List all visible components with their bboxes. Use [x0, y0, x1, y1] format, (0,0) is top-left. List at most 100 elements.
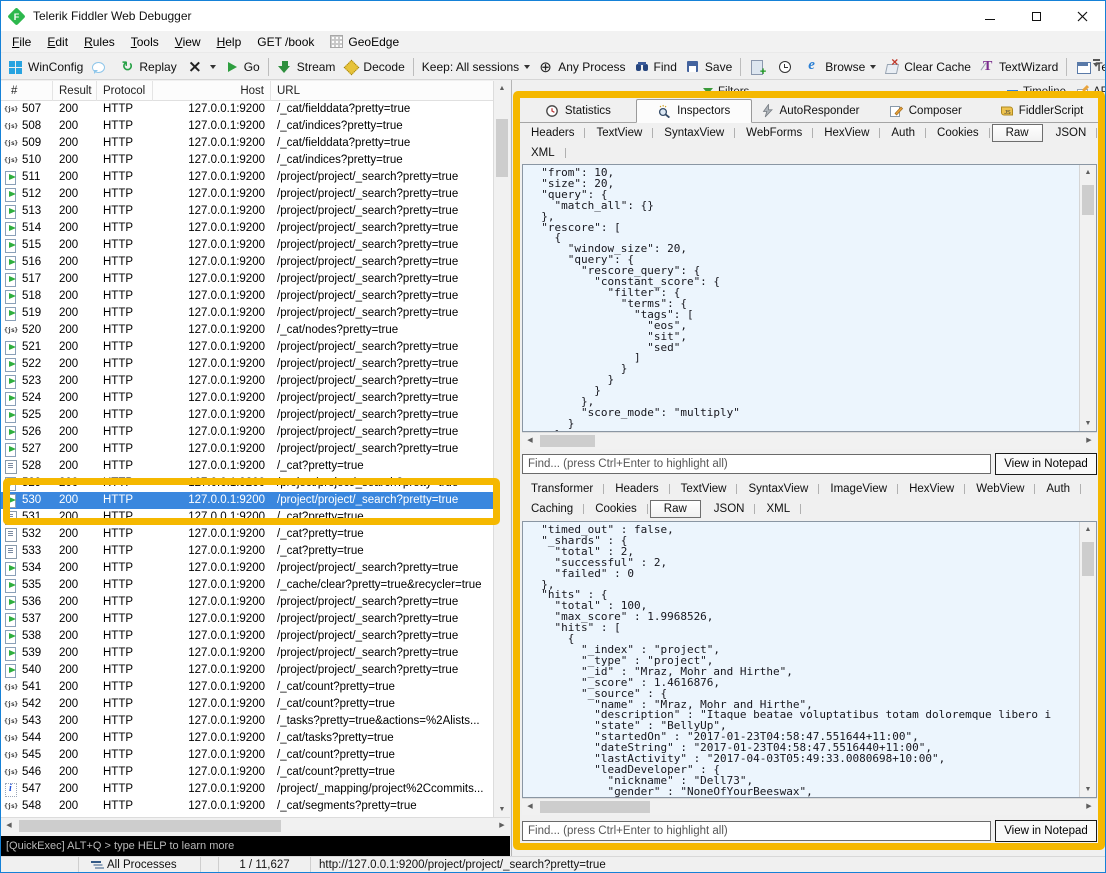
scrollbar-thumb[interactable]	[1082, 542, 1094, 576]
session-row[interactable]: 544200HTTP127.0.0.1:9200/_cat/tasks?pret…	[1, 730, 493, 747]
request-tab-json[interactable]: JSON	[1045, 124, 1098, 142]
session-row[interactable]: 512200HTTP127.0.0.1:9200/project/project…	[1, 186, 493, 203]
session-row[interactable]: 536200HTTP127.0.0.1:9200/project/project…	[1, 594, 493, 611]
request-body-horizontal-scrollbar[interactable]: ◀ ▶	[522, 432, 1097, 449]
response-view-in-notepad-button[interactable]: View in Notepad	[995, 820, 1097, 842]
scroll-right-icon[interactable]: ▶	[1081, 433, 1097, 449]
menu-help[interactable]: Help	[209, 31, 250, 53]
session-row[interactable]: 531200HTTP127.0.0.1:9200/_cat?pretty=tru…	[1, 509, 493, 526]
tab-autoresponder[interactable]: AutoResponder	[752, 99, 868, 122]
scrollbar-thumb[interactable]	[540, 435, 595, 447]
toolbar-comment-button[interactable]	[87, 56, 115, 78]
session-row[interactable]: 518200HTTP127.0.0.1:9200/project/project…	[1, 288, 493, 305]
session-row[interactable]: 545200HTTP127.0.0.1:9200/_cat/count?pret…	[1, 747, 493, 764]
session-row[interactable]: 540200HTTP127.0.0.1:9200/project/project…	[1, 662, 493, 679]
session-row[interactable]: 514200HTTP127.0.0.1:9200/project/project…	[1, 220, 493, 237]
column-header-host[interactable]: Host	[153, 81, 271, 101]
session-row[interactable]: 521200HTTP127.0.0.1:9200/project/project…	[1, 339, 493, 356]
menu-rules[interactable]: Rules	[76, 31, 123, 53]
request-body-vertical-scrollbar[interactable]: ▲ ▼	[1079, 165, 1096, 431]
session-row[interactable]: 524200HTTP127.0.0.1:9200/project/project…	[1, 390, 493, 407]
scrollbar-thumb[interactable]	[496, 119, 508, 177]
menu-view[interactable]: View	[167, 31, 209, 53]
session-row[interactable]: 535200HTTP127.0.0.1:9200/_cache/clear?pr…	[1, 577, 493, 594]
minimize-button[interactable]	[967, 1, 1013, 31]
response-body[interactable]: "timed_out" : false, "_shards" : { "tota…	[522, 521, 1097, 798]
partial-tab-filters[interactable]: Filters	[702, 82, 749, 93]
menu-edit[interactable]: Edit	[39, 31, 76, 53]
menu-tools[interactable]: Tools	[123, 31, 167, 53]
toolbar-find-button[interactable]: Find	[630, 56, 681, 78]
scroll-left-icon[interactable]: ◀	[1, 818, 17, 834]
session-row[interactable]: 541200HTTP127.0.0.1:9200/_cat/count?pret…	[1, 679, 493, 696]
session-row[interactable]: 542200HTTP127.0.0.1:9200/_cat/count?pret…	[1, 696, 493, 713]
session-row[interactable]: 547200HTTP127.0.0.1:9200/project/_mappin…	[1, 781, 493, 798]
response-find-input[interactable]	[522, 821, 991, 841]
session-row[interactable]: 511200HTTP127.0.0.1:9200/project/project…	[1, 169, 493, 186]
scrollbar-thumb[interactable]	[19, 820, 281, 832]
session-row[interactable]: 546200HTTP127.0.0.1:9200/_cat/count?pret…	[1, 764, 493, 781]
session-row[interactable]: 533200HTTP127.0.0.1:9200/_cat?pretty=tru…	[1, 543, 493, 560]
session-row[interactable]: 539200HTTP127.0.0.1:9200/project/project…	[1, 645, 493, 662]
menu-file[interactable]: File	[4, 31, 39, 53]
session-row[interactable]: 519200HTTP127.0.0.1:9200/project/project…	[1, 305, 493, 322]
toolbar-replay-button[interactable]: Replay	[115, 56, 180, 78]
response-tab-auth[interactable]: Auth	[1035, 480, 1081, 498]
scrollbar-thumb[interactable]	[1082, 185, 1094, 215]
scroll-up-icon[interactable]: ▲	[1080, 165, 1096, 180]
session-row[interactable]: 513200HTTP127.0.0.1:9200/project/project…	[1, 203, 493, 220]
scroll-up-icon[interactable]: ▲	[1080, 522, 1096, 537]
toolbar-save-button[interactable]: Save	[681, 56, 736, 78]
request-tab-hexview[interactable]: HexView	[813, 124, 880, 142]
toolbar-screenshot-button[interactable]	[745, 56, 773, 78]
response-body-horizontal-scrollbar[interactable]: ◀ ▶	[522, 798, 1097, 815]
request-tab-raw[interactable]: Raw	[992, 124, 1043, 142]
toolbar-timer-button[interactable]	[773, 56, 801, 78]
session-row[interactable]: 526200HTTP127.0.0.1:9200/project/project…	[1, 424, 493, 441]
tab-composer[interactable]: Composer	[867, 99, 983, 122]
session-row[interactable]: 548200HTTP127.0.0.1:9200/_cat/segments?p…	[1, 798, 493, 815]
session-row[interactable]: 534200HTTP127.0.0.1:9200/project/project…	[1, 560, 493, 577]
session-row[interactable]: 510200HTTP127.0.0.1:9200/_cat/indices?pr…	[1, 152, 493, 169]
session-row[interactable]: 522200HTTP127.0.0.1:9200/project/project…	[1, 356, 493, 373]
response-tab-textview[interactable]: TextView	[670, 480, 738, 498]
scrollbar-thumb[interactable]	[540, 801, 650, 813]
session-row[interactable]: 538200HTTP127.0.0.1:9200/project/project…	[1, 628, 493, 645]
session-row[interactable]: 508200HTTP127.0.0.1:9200/_cat/indices?pr…	[1, 118, 493, 135]
toolbar-winconfig-button[interactable]: WinConfig	[4, 56, 87, 78]
tab-statistics[interactable]: Statistics	[520, 99, 636, 122]
response-tab-json[interactable]: JSON	[703, 500, 756, 518]
response-tab-xml[interactable]: XML	[755, 500, 801, 518]
session-list-vertical-scrollbar[interactable]: ▲ ▼	[493, 81, 510, 817]
request-tab-cookies[interactable]: Cookies	[926, 124, 990, 142]
scroll-left-icon[interactable]: ◀	[522, 799, 538, 815]
tab-fiddlerscript[interactable]: JSFiddlerScript	[983, 99, 1099, 122]
statusbar-capture-cell[interactable]	[1, 857, 79, 873]
statusbar-process-filter[interactable]: All Processes	[79, 857, 201, 873]
response-tab-transformer[interactable]: Transformer	[520, 480, 604, 498]
session-row[interactable]: 520200HTTP127.0.0.1:9200/_cat/nodes?pret…	[1, 322, 493, 339]
request-tab-textview[interactable]: TextView	[585, 124, 653, 142]
toolbar-x-button[interactable]	[181, 56, 220, 78]
toolbar-keep-all-sessions-button[interactable]: Keep: All sessions	[418, 56, 534, 78]
scroll-down-icon[interactable]: ▼	[494, 802, 510, 817]
column-header-url[interactable]: URL	[271, 81, 493, 101]
toolbar-overflow-button[interactable]	[1090, 59, 1102, 73]
toolbar-decode-button[interactable]: Decode	[339, 56, 408, 78]
session-row[interactable]: 507200HTTP127.0.0.1:9200/_cat/fielddata?…	[1, 101, 493, 118]
response-tab-syntaxview[interactable]: SyntaxView	[737, 480, 819, 498]
session-row[interactable]: 509200HTTP127.0.0.1:9200/_cat/fielddata?…	[1, 135, 493, 152]
menu-geoedge[interactable]: GeoEdge	[322, 31, 407, 53]
scroll-right-icon[interactable]: ▶	[1081, 799, 1097, 815]
response-tab-raw[interactable]: Raw	[650, 500, 701, 518]
response-tab-imageview[interactable]: ImageView	[819, 480, 898, 498]
scroll-down-icon[interactable]: ▼	[1080, 782, 1096, 797]
session-row[interactable]: 516200HTTP127.0.0.1:9200/project/project…	[1, 254, 493, 271]
column-header-protocol[interactable]: Protocol	[97, 81, 153, 101]
request-tab-syntaxview[interactable]: SyntaxView	[653, 124, 735, 142]
response-tab-webview[interactable]: WebView	[965, 480, 1035, 498]
column-header-[interactable]: #	[1, 81, 53, 101]
request-tab-webforms[interactable]: WebForms	[735, 124, 813, 142]
session-row[interactable]: 530200HTTP127.0.0.1:9200/project/project…	[1, 492, 493, 509]
request-tab-headers[interactable]: Headers	[520, 124, 585, 142]
